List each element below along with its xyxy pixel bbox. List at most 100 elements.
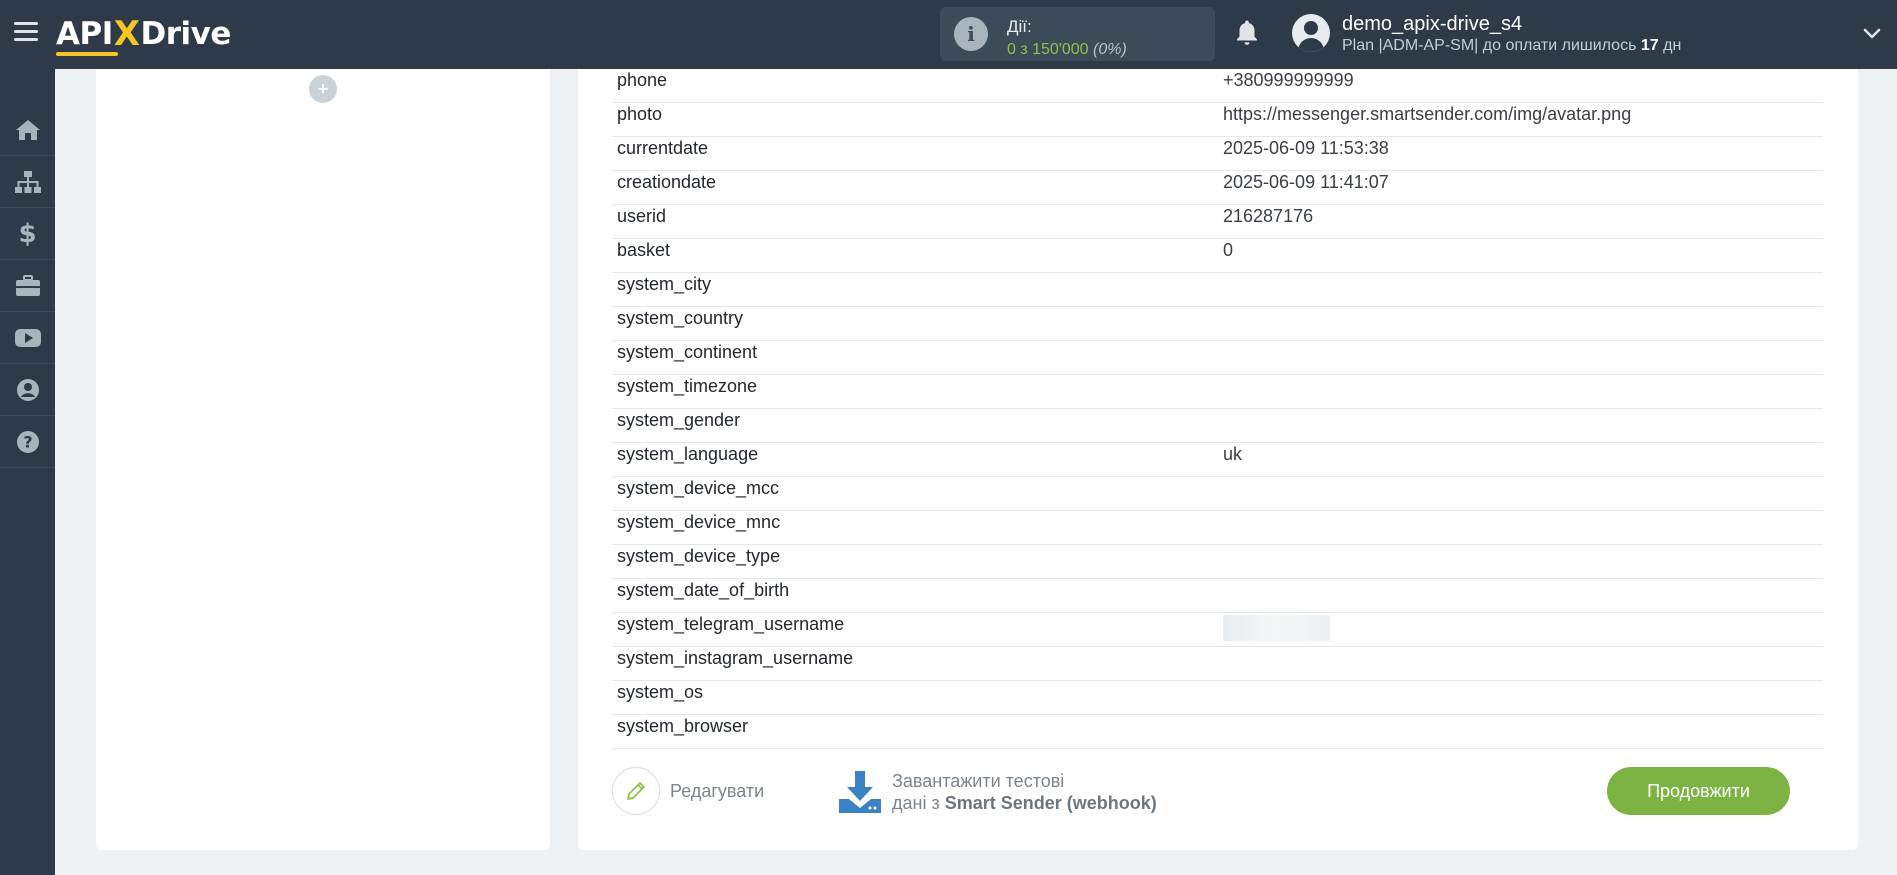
home-icon <box>15 119 40 140</box>
sidebar-item-help[interactable]: ? <box>0 416 55 468</box>
field-key: system_device_mcc <box>617 478 780 498</box>
help-icon: ? <box>16 430 39 453</box>
field-value: uk <box>1223 444 1243 464</box>
pencil-icon <box>627 782 645 800</box>
field-key: system_timezone <box>617 376 758 396</box>
svg-text:?: ? <box>23 432 32 451</box>
table-row: phone +380999999999 <box>612 69 1823 103</box>
username[interactable]: demo_apix-drive_s4 <box>1342 13 1522 36</box>
download-line2-prefix: дані з <box>892 793 945 813</box>
download-label: Завантажити тестові дані з Smart Sender … <box>892 770 1157 814</box>
actions-counter[interactable]: i Дії: 0 з 150'000 (0%) <box>940 7 1215 61</box>
actions-percent: (0%) <box>1093 41 1127 58</box>
field-key: userid <box>617 206 667 226</box>
table-row: system_country <box>612 307 1823 341</box>
edit-button[interactable]: Редагувати <box>612 767 764 815</box>
youtube-icon <box>14 328 41 347</box>
top-bar: API X Drive i Дії: 0 з 150'000 (0%) demo_a… <box>0 0 1897 69</box>
download-test-data-button[interactable]: Завантажити тестові дані з Smart Sender … <box>837 767 1157 817</box>
table-row: system_timezone <box>612 375 1823 409</box>
download-line1: Завантажити тестові <box>892 771 1065 791</box>
field-key: system_country <box>617 308 744 328</box>
field-value: 0 <box>1223 240 1234 260</box>
table-row: userid 216287176 <box>612 205 1823 239</box>
field-key: system_os <box>617 682 704 702</box>
field-key: creationdate <box>617 172 717 192</box>
table-row: currentdate 2025-06-09 11:53:38 <box>612 137 1823 171</box>
table-row: basket 0 <box>612 239 1823 273</box>
field-value: https://messenger.smartsender.com/img/av… <box>1223 104 1632 124</box>
table-row: system_continent <box>612 341 1823 375</box>
actions-value: 0 з 150'000 (0%) <box>1007 41 1127 59</box>
download-icon <box>839 771 881 813</box>
field-key: system_instagram_username <box>617 648 854 668</box>
field-key: basket <box>617 240 671 260</box>
field-key: system_date_of_birth <box>617 580 790 600</box>
sidebar: $ ? <box>0 69 55 875</box>
actions-label: Дії: <box>1007 17 1032 36</box>
field-key: system_language <box>617 444 759 464</box>
dollar-icon: $ <box>18 218 37 249</box>
avatar[interactable] <box>1292 14 1330 52</box>
table-row: system_browser <box>612 715 1823 749</box>
menu-icon[interactable] <box>14 22 38 44</box>
table-row: creationdate 2025-06-09 11:41:07 <box>612 171 1823 205</box>
logo-text-x: X <box>113 14 140 54</box>
table-row: system_os <box>612 681 1823 715</box>
table-row: system_gender <box>612 409 1823 443</box>
field-key: currentdate <box>617 138 709 158</box>
field-key: system_device_mnc <box>617 512 781 532</box>
edit-icon-circle <box>612 767 660 815</box>
table-row: system_date_of_birth <box>612 579 1823 613</box>
redacted-value <box>1223 615 1330 641</box>
field-key: system_device_type <box>617 546 781 566</box>
download-line2: дані з Smart Sender (webhook) <box>892 792 1157 814</box>
plan-info: Plan |ADM-AP-SM| до оплати лишилось 17 д… <box>1342 37 1681 55</box>
table-row: system_telegram_username <box>612 613 1823 647</box>
table-row: system_device_type <box>612 545 1823 579</box>
field-key: system_telegram_username <box>617 614 845 634</box>
table-row: system_device_mnc <box>612 511 1823 545</box>
field-key: system_browser <box>617 716 749 736</box>
plan-days: 17 <box>1640 37 1659 54</box>
logo-text-api: API <box>56 16 113 52</box>
sidebar-item-profile[interactable] <box>0 364 55 416</box>
data-table: phone +380999999999 photo https://messenger… <box>612 69 1823 749</box>
continue-button[interactable]: Продовжити <box>1607 767 1790 815</box>
field-key: phone <box>617 70 668 90</box>
table-row: system_instagram_username <box>612 647 1823 681</box>
sidebar-item-billing[interactable]: $ <box>0 208 55 260</box>
field-key: system_gender <box>617 410 741 430</box>
briefcase-icon <box>15 274 40 296</box>
sidebar-item-services[interactable] <box>0 260 55 312</box>
logo-underline <box>56 52 118 56</box>
field-key: system_continent <box>617 342 758 362</box>
info-icon: i <box>954 17 988 51</box>
field-value: 2025-06-09 11:41:07 <box>1223 172 1389 192</box>
field-key: system_city <box>617 274 712 294</box>
field-key: photo <box>617 104 663 124</box>
actions-count: 0 з 150'000 <box>1007 41 1089 58</box>
download-source: Smart Sender (webhook) <box>944 793 1157 813</box>
field-value: 2025-06-09 11:53:38 <box>1223 138 1389 158</box>
plan-prefix: Plan |ADM-AP-SM| до оплати лишилось <box>1342 37 1641 54</box>
chevron-down-icon[interactable] <box>1862 24 1882 44</box>
add-step-button[interactable]: + <box>309 75 337 103</box>
sitemap-icon <box>14 170 41 193</box>
user-icon <box>16 378 39 401</box>
left-panel: + <box>96 69 550 850</box>
table-row: system_language uk <box>612 443 1823 477</box>
table-row: system_device_mcc <box>612 477 1823 511</box>
table-row: photo https://messenger.smartsender.com/i… <box>612 103 1823 137</box>
sidebar-item-home[interactable] <box>0 104 55 156</box>
bell-icon[interactable] <box>1232 18 1262 48</box>
sidebar-item-video[interactable] <box>0 312 55 364</box>
field-value: +380999999999 <box>1223 70 1354 90</box>
main-panel: phone +380999999999 photo https://messenger… <box>578 69 1858 850</box>
sidebar-item-connections[interactable] <box>0 156 55 208</box>
plan-suffix: дн <box>1658 37 1682 54</box>
edit-label: Редагувати <box>670 780 765 801</box>
apixdrive-logo[interactable]: API X Drive <box>56 12 231 56</box>
logo-text-drive: Drive <box>140 16 231 52</box>
table-row: system_city <box>612 273 1823 307</box>
